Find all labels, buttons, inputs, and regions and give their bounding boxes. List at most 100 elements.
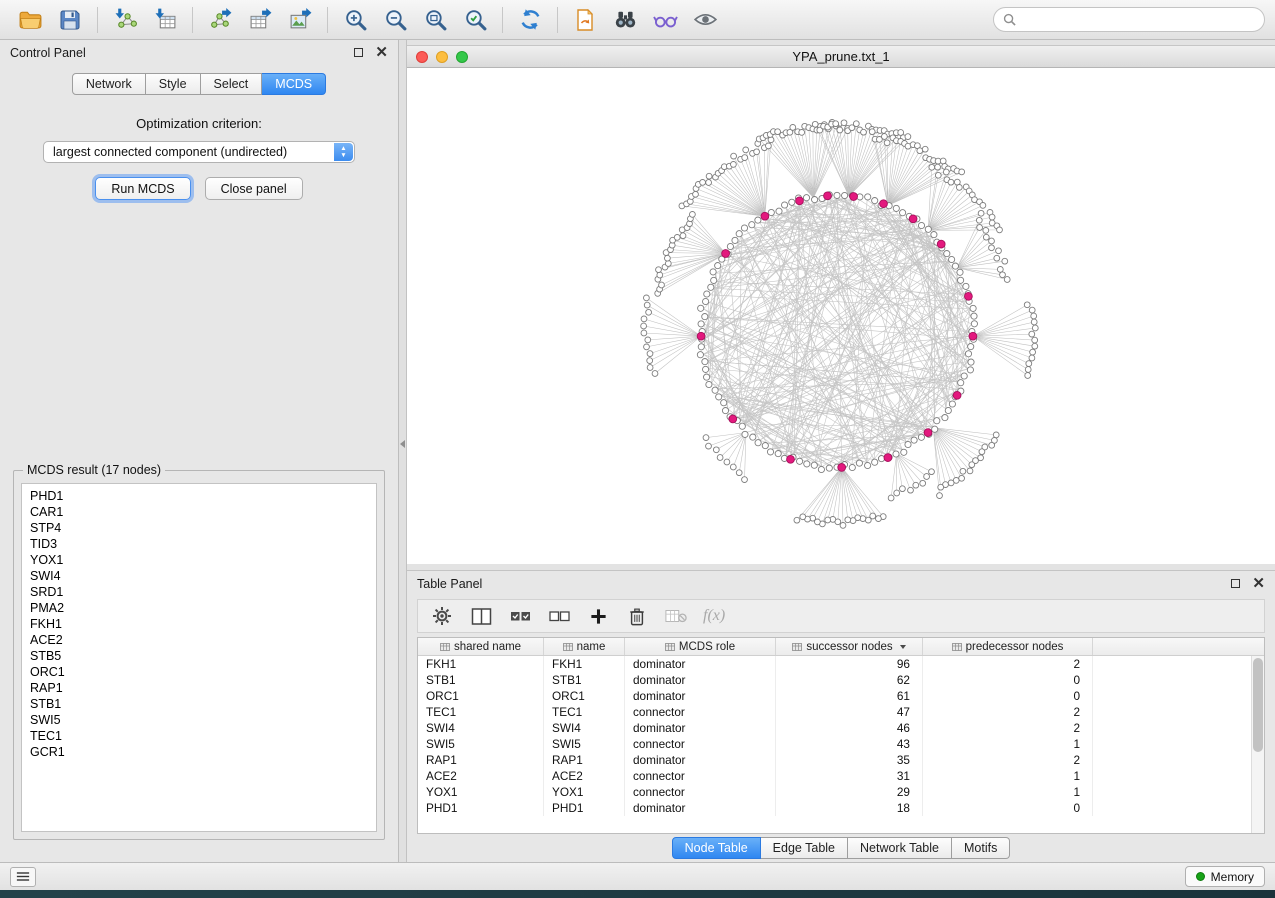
cell-shared-name[interactable]: SWI5 (418, 736, 544, 752)
import-network-button[interactable] (105, 3, 145, 37)
column-header-name[interactable]: name (544, 638, 625, 655)
cell-shared-name[interactable]: SWI4 (418, 720, 544, 736)
show-hide-button[interactable] (685, 3, 725, 37)
list-item[interactable]: PHD1 (30, 488, 368, 504)
table-row[interactable]: STB1 STB1 dominator 62 0 (418, 672, 1264, 688)
find-button[interactable] (605, 3, 645, 37)
cell-shared-name[interactable]: YOX1 (418, 784, 544, 800)
float-panel-button[interactable] (354, 46, 363, 60)
cell-mcds-role[interactable]: dominator (625, 720, 776, 736)
select-all-columns-button[interactable] (508, 604, 532, 628)
horizontal-splitter[interactable] (407, 564, 1275, 571)
cell-mcds-role[interactable]: dominator (625, 800, 776, 816)
tab-edge-table[interactable]: Edge Table (761, 837, 848, 859)
cell-successor[interactable]: 43 (776, 736, 923, 752)
unselect-all-columns-button[interactable] (547, 604, 571, 628)
sort-chevron-icon[interactable] (900, 645, 906, 649)
memory-button[interactable]: Memory (1185, 866, 1265, 887)
cell-successor[interactable]: 47 (776, 704, 923, 720)
zoom-out-button[interactable] (375, 3, 415, 37)
list-item[interactable]: FKH1 (30, 616, 368, 632)
export-table-button[interactable] (240, 3, 280, 37)
apply-layout-button[interactable] (510, 3, 550, 37)
cell-successor[interactable]: 35 (776, 752, 923, 768)
table-row[interactable]: FKH1 FKH1 dominator 96 2 (418, 656, 1264, 672)
table-scrollbar[interactable] (1251, 656, 1264, 833)
run-mcds-button[interactable]: Run MCDS (95, 177, 190, 200)
list-item[interactable]: SWI4 (30, 568, 368, 584)
cell-name[interactable]: STB1 (544, 672, 625, 688)
cell-mcds-role[interactable]: connector (625, 768, 776, 784)
zoom-selected-button[interactable] (455, 3, 495, 37)
close-panel-button[interactable]: ✕ (375, 48, 388, 58)
open-session-button[interactable] (10, 3, 50, 37)
cell-name[interactable]: SWI4 (544, 720, 625, 736)
cell-predecessor[interactable]: 1 (923, 784, 1093, 800)
list-item[interactable]: STB5 (30, 648, 368, 664)
list-item[interactable]: STB1 (30, 696, 368, 712)
export-image-button[interactable] (280, 3, 320, 37)
scrollbar-thumb[interactable] (1253, 658, 1263, 752)
cell-successor[interactable]: 46 (776, 720, 923, 736)
criterion-dropdown[interactable]: largest connected component (undirected)… (43, 141, 355, 163)
delete-column-button[interactable] (625, 604, 649, 628)
list-item[interactable]: RAP1 (30, 680, 368, 696)
zoom-fit-button[interactable] (415, 3, 455, 37)
list-item[interactable]: YOX1 (30, 552, 368, 568)
close-window-button[interactable] (416, 51, 428, 63)
cell-predecessor[interactable]: 0 (923, 672, 1093, 688)
tab-motifs[interactable]: Motifs (952, 837, 1010, 859)
cell-successor[interactable]: 96 (776, 656, 923, 672)
cell-successor[interactable]: 29 (776, 784, 923, 800)
vertical-splitter[interactable] (399, 40, 407, 862)
cell-predecessor[interactable]: 1 (923, 736, 1093, 752)
maximize-window-button[interactable] (456, 51, 468, 63)
table-row[interactable]: YOX1 YOX1 connector 29 1 (418, 784, 1264, 800)
table-row[interactable]: ORC1 ORC1 dominator 61 0 (418, 688, 1264, 704)
table-settings-button[interactable] (430, 604, 454, 628)
cell-name[interactable]: ORC1 (544, 688, 625, 704)
table-row[interactable]: PHD1 PHD1 dominator 18 0 (418, 800, 1264, 816)
zoom-in-button[interactable] (335, 3, 375, 37)
column-header-successor-nodes[interactable]: successor nodes (776, 638, 923, 655)
list-item[interactable]: CAR1 (30, 504, 368, 520)
list-item[interactable]: SRD1 (30, 584, 368, 600)
cell-shared-name[interactable]: ACE2 (418, 768, 544, 784)
search-input[interactable] (1022, 13, 1255, 27)
table-row[interactable]: TEC1 TEC1 connector 47 2 (418, 704, 1264, 720)
cell-name[interactable]: TEC1 (544, 704, 625, 720)
cell-shared-name[interactable]: STB1 (418, 672, 544, 688)
column-header-shared-name[interactable]: shared name (418, 638, 544, 655)
tab-network-table[interactable]: Network Table (848, 837, 952, 859)
column-header-mcds-role[interactable]: MCDS role (625, 638, 776, 655)
show-column-panel-button[interactable] (469, 604, 493, 628)
close-mcds-panel-button[interactable]: Close panel (205, 177, 303, 200)
network-canvas[interactable] (407, 68, 1275, 564)
list-item[interactable]: STP4 (30, 520, 368, 536)
cell-predecessor[interactable]: 0 (923, 800, 1093, 816)
tab-mcds[interactable]: MCDS (262, 73, 326, 95)
cell-name[interactable]: PHD1 (544, 800, 625, 816)
cell-successor[interactable]: 61 (776, 688, 923, 704)
cell-name[interactable]: FKH1 (544, 656, 625, 672)
cell-predecessor[interactable]: 2 (923, 752, 1093, 768)
cell-mcds-role[interactable]: dominator (625, 672, 776, 688)
list-item[interactable]: GCR1 (30, 744, 368, 760)
cell-predecessor[interactable]: 2 (923, 656, 1093, 672)
list-item[interactable]: ACE2 (30, 632, 368, 648)
cell-shared-name[interactable]: TEC1 (418, 704, 544, 720)
cell-successor[interactable]: 31 (776, 768, 923, 784)
cell-name[interactable]: SWI5 (544, 736, 625, 752)
list-item[interactable]: PMA2 (30, 600, 368, 616)
list-item[interactable]: ORC1 (30, 664, 368, 680)
network-clone-button[interactable] (565, 3, 605, 37)
tab-node-table[interactable]: Node Table (672, 837, 761, 859)
tab-select[interactable]: Select (201, 73, 263, 95)
table-row[interactable]: SWI5 SWI5 connector 43 1 (418, 736, 1264, 752)
tab-style[interactable]: Style (146, 73, 201, 95)
cell-shared-name[interactable]: PHD1 (418, 800, 544, 816)
search-box[interactable] (993, 7, 1265, 32)
export-network-button[interactable] (200, 3, 240, 37)
list-item[interactable]: TID3 (30, 536, 368, 552)
save-session-button[interactable] (50, 3, 90, 37)
